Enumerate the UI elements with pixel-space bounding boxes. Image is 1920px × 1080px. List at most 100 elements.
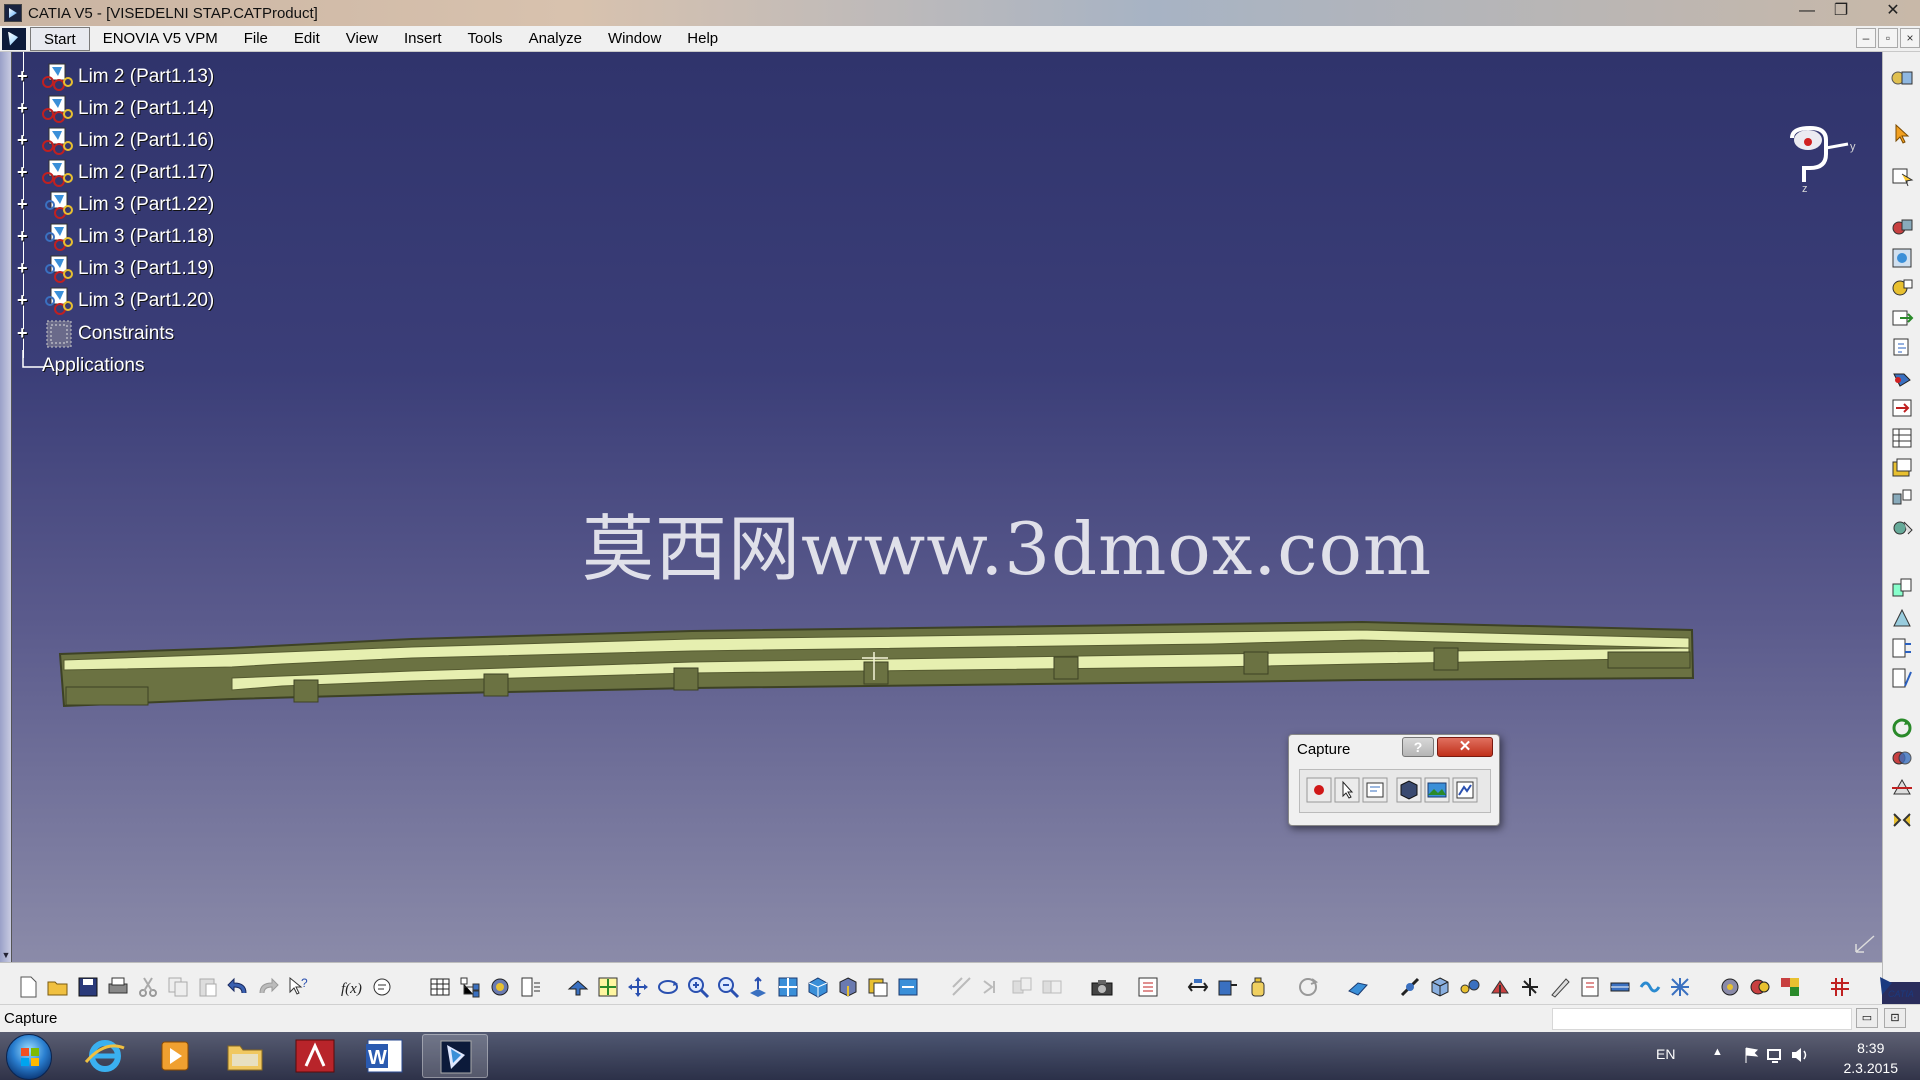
clock[interactable]: 8:39 2.3.2015: [1844, 1038, 1899, 1078]
fix-icon[interactable]: [1890, 366, 1914, 390]
refresh-icon[interactable]: [1296, 975, 1320, 999]
bottle-icon[interactable]: [1246, 975, 1270, 999]
shading-options-icon[interactable]: [488, 975, 512, 999]
tree-node[interactable]: + Lim 3 (Part1.22): [12, 189, 252, 221]
start-orb-icon[interactable]: [6, 1034, 52, 1080]
stop-manipulate-icon[interactable]: [1890, 516, 1914, 540]
tree-node[interactable]: Applications: [12, 350, 252, 382]
flag-icon[interactable]: [1744, 1046, 1760, 1064]
explode-icon[interactable]: [1890, 486, 1914, 510]
tree-node[interactable]: + Lim 3 (Part1.19): [12, 253, 252, 285]
tree-node-label[interactable]: Lim 2 (Part1.13): [78, 66, 214, 88]
tree-node[interactable]: + Lim 2 (Part1.17): [12, 157, 252, 189]
3d-viewport[interactable]: + Lim 2 (Part1.13) + Lim 2 (Part1.14) + …: [12, 52, 1882, 962]
sketch-plane-icon[interactable]: [1346, 975, 1370, 999]
offset-constraint-icon[interactable]: [1890, 636, 1914, 660]
snap-icon[interactable]: [1458, 975, 1482, 999]
tree-node[interactable]: + Lim 2 (Part1.13): [12, 61, 252, 93]
formula-icon[interactable]: f(x): [340, 975, 364, 999]
normal-view-icon[interactable]: [746, 975, 770, 999]
status-toggle-button[interactable]: ▭: [1856, 1008, 1878, 1028]
tree-node-label[interactable]: Lim 3 (Part1.20): [78, 290, 214, 312]
table-icon[interactable]: [428, 975, 452, 999]
tree-node[interactable]: + Constraints: [12, 318, 252, 350]
volume-icon[interactable]: [1790, 1046, 1810, 1064]
select-icon[interactable]: [1334, 777, 1360, 803]
distance-band-icon[interactable]: [1186, 975, 1210, 999]
tree-node-label[interactable]: Lim 2 (Part1.16): [78, 130, 214, 152]
constraint-link-icon[interactable]: [1398, 975, 1422, 999]
3d-beam-assembly[interactable]: [52, 540, 1712, 730]
menu-analyze[interactable]: Analyze: [516, 27, 595, 51]
close-button[interactable]: ✕: [1870, 0, 1916, 22]
tray-arrow-icon[interactable]: ▲: [1712, 1046, 1723, 1058]
expand-icon[interactable]: +: [17, 259, 31, 277]
measure-item-icon[interactable]: [980, 975, 1004, 999]
swap-visible-space-icon[interactable]: [896, 975, 920, 999]
options-icon[interactable]: [1362, 777, 1388, 803]
whats-this-icon[interactable]: ?: [286, 975, 310, 999]
save-icon[interactable]: [76, 975, 100, 999]
catia-app-icon[interactable]: [4, 4, 22, 22]
autocad-icon[interactable]: [282, 1034, 348, 1078]
catalog-browser-icon[interactable]: [1136, 975, 1160, 999]
status-maximize-button[interactable]: ⊡: [1884, 1008, 1906, 1028]
redo-icon[interactable]: [256, 975, 280, 999]
capture-3d-icon[interactable]: [1396, 777, 1422, 803]
existing-component-icon[interactable]: [1890, 216, 1914, 240]
scene-icon[interactable]: [1890, 456, 1914, 480]
rotate-icon[interactable]: [656, 975, 680, 999]
tree-node[interactable]: + Lim 3 (Part1.18): [12, 221, 252, 253]
generate-numbering-icon[interactable]: [1890, 396, 1914, 420]
iso-view-icon[interactable]: [806, 975, 830, 999]
checker-icon[interactable]: [1778, 975, 1802, 999]
album-icon[interactable]: [1452, 777, 1478, 803]
measure-between-icon[interactable]: [950, 975, 974, 999]
word-icon[interactable]: W: [352, 1034, 418, 1078]
language-indicator[interactable]: EN: [1656, 1046, 1675, 1062]
menu-start[interactable]: Start: [30, 26, 90, 51]
tree-scroll-strip[interactable]: ▼: [0, 52, 12, 962]
update-icon[interactable]: [1890, 716, 1914, 740]
replace-component-icon[interactable]: [1890, 306, 1914, 330]
section-analysis-icon[interactable]: [1040, 975, 1064, 999]
new-part-icon[interactable]: [1890, 276, 1914, 300]
grid-icon[interactable]: [1828, 975, 1852, 999]
fit-all-in-icon[interactable]: [596, 975, 620, 999]
tree-node[interactable]: + Lim 3 (Part1.20): [12, 285, 252, 317]
smart-move-icon[interactable]: [1488, 975, 1512, 999]
tree-node[interactable]: + Lim 2 (Part1.14): [12, 93, 252, 125]
expand-icon[interactable]: +: [17, 195, 31, 213]
tree-node-label[interactable]: Constraints: [78, 323, 174, 345]
coincidence-constraint-icon[interactable]: [1890, 576, 1914, 600]
power-input-field[interactable]: [1552, 1008, 1852, 1030]
wheel-kinematics-icon[interactable]: [1718, 975, 1742, 999]
menu-view[interactable]: View: [333, 27, 391, 51]
zoom-out-icon[interactable]: [716, 975, 740, 999]
tree-node-label[interactable]: Lim 3 (Part1.18): [78, 226, 214, 248]
knowledge-icon[interactable]: [370, 975, 394, 999]
scroll-down-arrow-icon[interactable]: ▼: [1, 950, 11, 960]
catia-logo-icon[interactable]: [2, 27, 26, 50]
image-album-icon[interactable]: [1424, 777, 1450, 803]
expand-icon[interactable]: +: [17, 131, 31, 149]
measure-inertia-icon[interactable]: [1010, 975, 1034, 999]
network-icon[interactable]: [1766, 1046, 1784, 1064]
record-icon[interactable]: [1306, 777, 1332, 803]
ie-icon[interactable]: [72, 1034, 138, 1078]
menu-tools[interactable]: Tools: [455, 27, 516, 51]
expand-icon[interactable]: +: [17, 99, 31, 117]
expand-icon[interactable]: +: [17, 291, 31, 309]
properties-icon[interactable]: [518, 975, 542, 999]
expand-icon[interactable]: +: [17, 324, 31, 342]
hide-show-icon[interactable]: [866, 975, 890, 999]
flexible-rigid-icon[interactable]: [1638, 975, 1662, 999]
distance-analysis-icon[interactable]: [1890, 806, 1914, 830]
manipulation-icon[interactable]: [1890, 164, 1914, 188]
product-tree-icon[interactable]: [1578, 975, 1602, 999]
maximize-button[interactable]: ❐: [1824, 0, 1858, 22]
product-structure-icon[interactable]: [1890, 66, 1914, 90]
expand-icon[interactable]: +: [17, 163, 31, 181]
new-file-icon[interactable]: [16, 975, 40, 999]
capture-dialog[interactable]: Capture ? ✕: [1288, 734, 1500, 826]
